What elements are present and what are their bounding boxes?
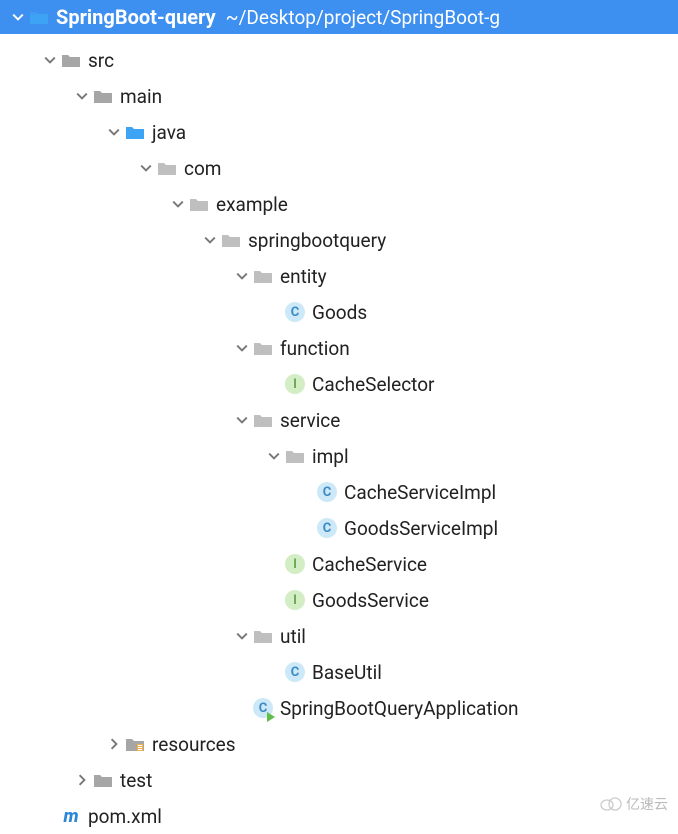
- tree-item-java[interactable]: java: [0, 114, 678, 150]
- tree-item-impl[interactable]: impl: [0, 438, 678, 474]
- tree-label: function: [280, 337, 350, 360]
- tree-item-goodsservice[interactable]: I GoodsService: [0, 582, 678, 618]
- tree-label: test: [120, 769, 152, 792]
- resources-folder-icon: [124, 736, 146, 752]
- tree-label: springbootquery: [248, 229, 386, 252]
- tree-item-cacheservice[interactable]: I CacheService: [0, 546, 678, 582]
- chevron-down-icon: [168, 198, 188, 210]
- tree-item-goods[interactable]: C Goods: [0, 294, 678, 330]
- interface-icon: I: [284, 554, 306, 574]
- chevron-down-icon: [200, 234, 220, 246]
- tree-label: java: [152, 121, 186, 144]
- watermark-text: 亿速云: [626, 794, 668, 814]
- package-icon: [252, 340, 274, 356]
- tree-label: entity: [280, 265, 327, 288]
- tree-item-cacheserviceimpl[interactable]: C CacheServiceImpl: [0, 474, 678, 510]
- tree-label: resources: [152, 733, 236, 756]
- tree-label: CacheServiceImpl: [344, 481, 496, 504]
- tree-item-springbootquery[interactable]: springbootquery: [0, 222, 678, 258]
- package-icon: [188, 196, 210, 212]
- tree-item-service[interactable]: service: [0, 402, 678, 438]
- tree-label: example: [216, 193, 288, 216]
- interface-icon: I: [284, 374, 306, 394]
- tree-label: BaseUtil: [312, 661, 382, 684]
- tree-item-resources[interactable]: resources: [0, 726, 678, 762]
- tree-item-util[interactable]: util: [0, 618, 678, 654]
- tree-label: service: [280, 409, 340, 432]
- tree-item-test[interactable]: test: [0, 762, 678, 798]
- package-icon: [252, 268, 274, 284]
- tree-item-cacheselector[interactable]: I CacheSelector: [0, 366, 678, 402]
- class-icon: C: [284, 662, 306, 682]
- maven-file-icon: m: [60, 806, 82, 827]
- chevron-down-icon: [8, 11, 28, 23]
- watermark: 亿速云: [600, 794, 668, 814]
- tree-label: CacheService: [312, 553, 427, 576]
- folder-icon: [92, 88, 114, 104]
- tree-label: SpringBootQueryApplication: [280, 697, 519, 720]
- chevron-down-icon: [232, 270, 252, 282]
- tree-label: pom.xml: [88, 805, 162, 828]
- tree-label: Goods: [312, 301, 367, 324]
- tree-item-goodsserviceimpl[interactable]: C GoodsServiceImpl: [0, 510, 678, 546]
- tree-label: CacheSelector: [312, 373, 435, 396]
- tree-label: main: [120, 85, 162, 108]
- chevron-right-icon: [104, 738, 124, 750]
- package-icon: [252, 412, 274, 428]
- tree-item-baseutil[interactable]: C BaseUtil: [0, 654, 678, 690]
- package-icon: [284, 448, 306, 464]
- class-icon: C: [316, 518, 338, 538]
- project-tree: src main java com example springbootquer…: [0, 34, 678, 834]
- tree-label: impl: [312, 445, 349, 468]
- source-folder-icon: [124, 124, 146, 140]
- package-icon: [220, 232, 242, 248]
- chevron-down-icon: [136, 162, 156, 174]
- folder-icon: [28, 9, 50, 25]
- chevron-down-icon: [232, 342, 252, 354]
- package-icon: [156, 160, 178, 176]
- folder-icon: [92, 772, 114, 788]
- tree-item-function[interactable]: function: [0, 330, 678, 366]
- chevron-down-icon: [72, 90, 92, 102]
- chevron-down-icon: [232, 630, 252, 642]
- chevron-down-icon: [40, 54, 60, 66]
- tree-label: com: [184, 157, 221, 180]
- tree-item-src[interactable]: src: [0, 42, 678, 78]
- chevron-right-icon: [72, 774, 92, 786]
- tree-item-main[interactable]: main: [0, 78, 678, 114]
- package-icon: [252, 628, 274, 644]
- project-header[interactable]: SpringBoot-query ~/Desktop/project/Sprin…: [0, 0, 678, 34]
- tree-label: GoodsServiceImpl: [344, 517, 498, 540]
- tree-label: src: [88, 49, 114, 72]
- chevron-down-icon: [104, 126, 124, 138]
- project-path: ~/Desktop/project/SpringBoot-g: [226, 6, 500, 29]
- class-icon: C: [316, 482, 338, 502]
- tree-label: GoodsService: [312, 589, 429, 612]
- interface-icon: I: [284, 590, 306, 610]
- tree-label: util: [280, 625, 306, 648]
- project-name: SpringBoot-query: [56, 5, 216, 29]
- runnable-class-icon: C: [252, 698, 274, 718]
- tree-item-example[interactable]: example: [0, 186, 678, 222]
- tree-item-application[interactable]: C SpringBootQueryApplication: [0, 690, 678, 726]
- folder-icon: [60, 52, 82, 68]
- tree-item-pom[interactable]: m pom.xml: [0, 798, 678, 834]
- tree-item-entity[interactable]: entity: [0, 258, 678, 294]
- tree-item-com[interactable]: com: [0, 150, 678, 186]
- chevron-down-icon: [264, 450, 284, 462]
- chevron-down-icon: [232, 414, 252, 426]
- class-icon: C: [284, 302, 306, 322]
